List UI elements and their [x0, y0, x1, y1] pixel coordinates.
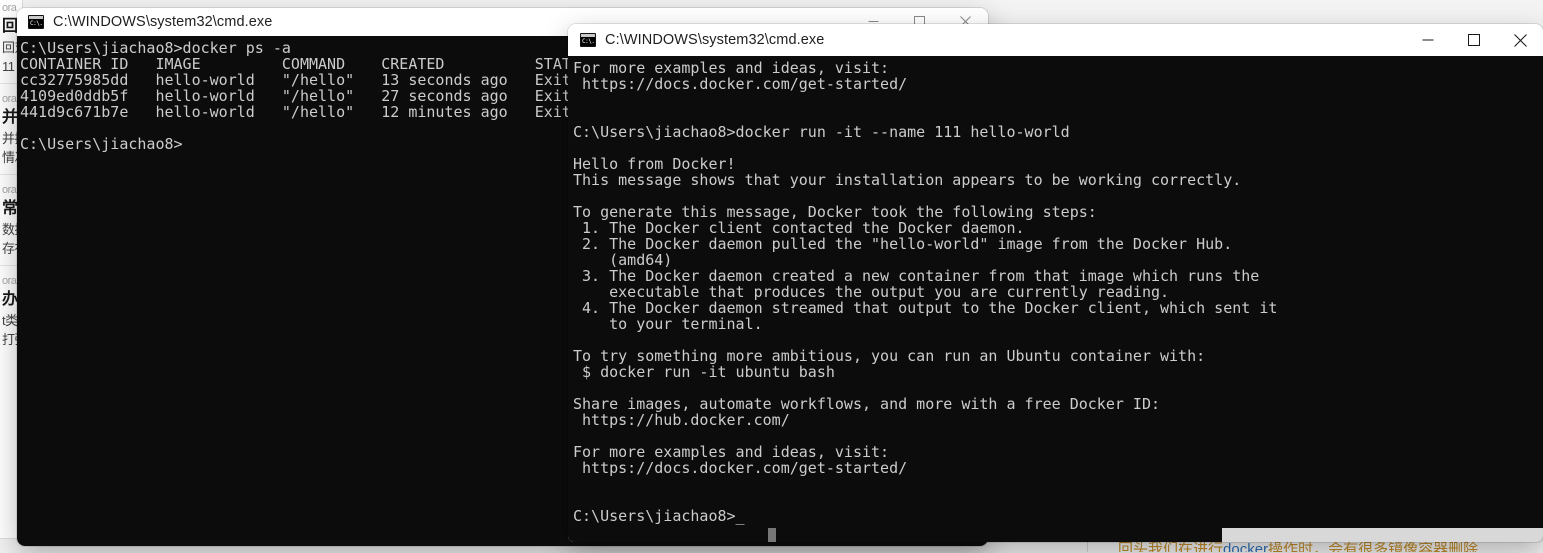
console-line: For more examples and ideas, visit: — [573, 59, 890, 77]
cmd-window-2[interactable]: C:\. C:\WINDOWS\system32\cmd.exe For mor… — [568, 24, 1543, 542]
console-line: 1. The Docker client contacted the Docke… — [573, 219, 1025, 237]
console-line: 2. The Docker daemon pulled the "hello-w… — [573, 235, 1233, 253]
background-bottom-note-suffix: 会有很多镜像容器删除 — [1328, 541, 1479, 552]
console-line: C:\Users\jiachao8>_ — [573, 507, 745, 525]
console-line: https://docs.docker.com/get-started/ — [573, 75, 908, 93]
console-line: This message shows that your installatio… — [573, 171, 1242, 189]
console-line: For more examples and ideas, visit: — [573, 443, 890, 461]
console-line: executable that produces the output you … — [573, 283, 1170, 301]
console-line: https://docs.docker.com/get-started/ — [573, 459, 908, 477]
console-line: to your terminal. — [573, 315, 763, 333]
background-bottom-note-prefix: 回头我们在进行 — [1118, 541, 1224, 552]
background-bottom-note-code: docker — [1223, 541, 1269, 552]
console-line: Share images, automate workflows, and mo… — [573, 395, 1160, 413]
console-line: Hello from Docker! — [573, 155, 736, 173]
cmd-window-2-title: C:\WINDOWS\system32\cmd.exe — [605, 32, 825, 48]
cmd-icon: C:\. — [580, 33, 596, 47]
close-button[interactable] — [1497, 24, 1543, 56]
cmd-window-2-controls[interactable] — [1405, 24, 1543, 56]
horizontal-scrollbar[interactable] — [568, 528, 1543, 542]
close-icon — [1513, 33, 1527, 47]
console-line: C:\Users\jiachao8>docker run -it --name … — [573, 123, 1070, 141]
cmd-window-2-titlebar[interactable]: C:\. C:\WINDOWS\system32\cmd.exe — [568, 24, 1543, 56]
console-line: https://hub.docker.com/ — [573, 411, 790, 429]
minimize-button[interactable] — [1405, 24, 1451, 56]
console-line: 4. The Docker daemon streamed that outpu… — [573, 299, 1278, 317]
cmd-window-1-title: C:\WINDOWS\system32\cmd.exe — [53, 14, 273, 30]
cmd-window-2-console[interactable]: For more examples and ideas, visit: http… — [568, 56, 1543, 542]
console-line: To generate this message, Docker took th… — [573, 203, 1097, 221]
minimize-icon — [1422, 34, 1434, 46]
maximize-button[interactable] — [1451, 24, 1497, 56]
background-bottom-note-mid: 操作时， — [1268, 541, 1329, 552]
console-line: 3. The Docker daemon created a new conta… — [573, 267, 1260, 285]
console-line: (amd64) — [573, 251, 673, 269]
scrollbar-thumb[interactable] — [568, 528, 1222, 542]
console-line: $ docker run -it ubuntu bash — [573, 363, 835, 381]
maximize-icon — [1468, 34, 1480, 46]
scrollbar-grip[interactable] — [768, 528, 776, 542]
console-line: To try something more ambitious, you can… — [573, 347, 1206, 365]
cmd-icon: C:\. — [28, 15, 44, 29]
